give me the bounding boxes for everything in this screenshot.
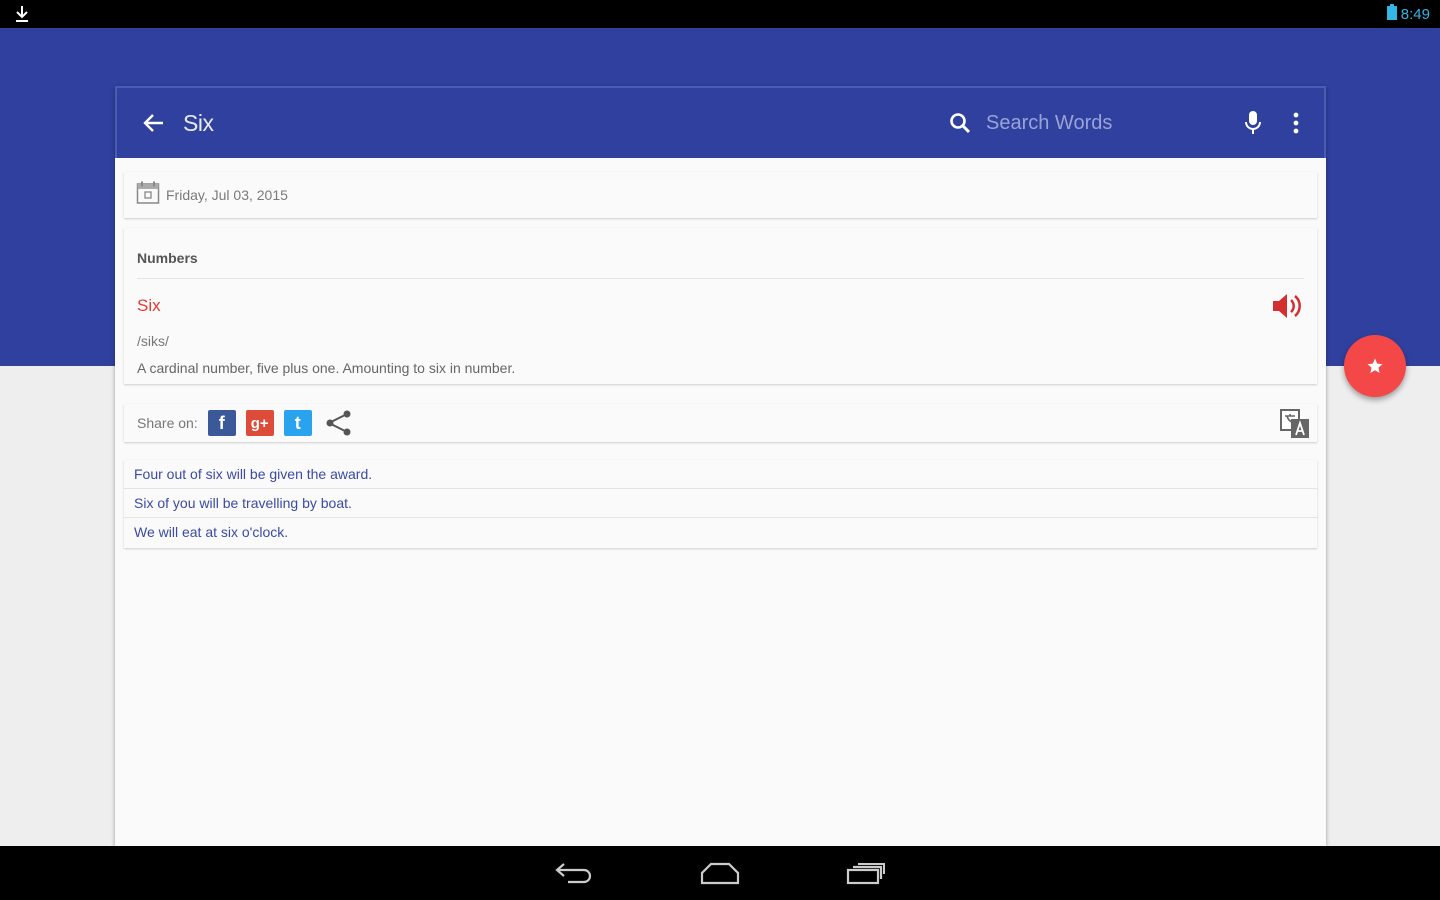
- battery-icon: [1386, 4, 1397, 24]
- arrow-left-icon: [143, 114, 163, 132]
- search-input[interactable]: [986, 111, 1186, 135]
- pronounce-button[interactable]: [1271, 292, 1303, 320]
- twitter-share-button[interactable]: t: [283, 410, 312, 436]
- share-panel: Share on: f g+ t: [124, 404, 1317, 442]
- status-bar: 8:49: [0, 0, 1440, 28]
- back-button[interactable]: [139, 108, 169, 138]
- nav-home-button[interactable]: [697, 858, 743, 888]
- divider: [137, 278, 1304, 279]
- word-panel: Numbers Six /siks/ A cardinal number, fi…: [124, 228, 1317, 384]
- back-icon: [555, 863, 592, 884]
- share-button[interactable]: [324, 409, 354, 437]
- translate-button[interactable]: [1279, 408, 1311, 440]
- twitter-icon: t: [294, 412, 301, 433]
- speaker-icon: [1273, 294, 1301, 318]
- download-icon: [14, 5, 30, 23]
- share-label: Share on:: [137, 415, 198, 431]
- facebook-share-button[interactable]: f: [207, 410, 236, 436]
- favorite-fab-button[interactable]: [1344, 335, 1406, 397]
- more-vert-icon: [1293, 112, 1299, 134]
- overflow-menu-button[interactable]: [1286, 108, 1306, 138]
- date-panel: Friday, Jul 03, 2015: [124, 172, 1317, 218]
- page-title: Six: [183, 109, 214, 136]
- word-detail-card: Six Friday, Jul 03, 2015 Numbers Six /si…: [115, 86, 1326, 846]
- googleplus-icon: g+: [250, 414, 269, 432]
- star-icon: [1367, 358, 1383, 373]
- system-nav-bar: [0, 846, 1440, 900]
- search-bar: [948, 111, 1238, 135]
- status-time: 8:49: [1400, 5, 1430, 23]
- nav-recents-button[interactable]: [843, 858, 889, 888]
- definition-text: A cardinal number, five plus one. Amount…: [137, 360, 516, 376]
- word-title: Six: [137, 296, 161, 315]
- mic-icon: [1245, 111, 1261, 134]
- category-label: Numbers: [137, 250, 198, 266]
- toolbar: Six: [115, 86, 1326, 158]
- facebook-icon: f: [218, 412, 225, 433]
- status-right: 8:49: [1386, 4, 1430, 24]
- date-text: Friday, Jul 03, 2015: [166, 187, 288, 203]
- calendar-icon: [136, 181, 160, 210]
- example-sentence: Four out of six will be given the award.: [124, 460, 1317, 489]
- example-sentence: Six of you will be travelling by boat.: [124, 489, 1317, 518]
- phonetic-text: /siks/: [137, 333, 169, 349]
- examples-panel: Four out of six will be given the award.…: [124, 460, 1317, 548]
- googleplus-share-button[interactable]: g+: [245, 410, 274, 436]
- translate-icon: [1280, 409, 1309, 438]
- recents-icon: [846, 863, 885, 885]
- nav-back-button[interactable]: [551, 858, 597, 888]
- share-icon: [326, 410, 351, 436]
- home-icon: [700, 862, 740, 885]
- example-sentence: We will eat at six o'clock.: [134, 524, 289, 540]
- search-icon[interactable]: [948, 111, 972, 135]
- mic-button[interactable]: [1238, 108, 1268, 138]
